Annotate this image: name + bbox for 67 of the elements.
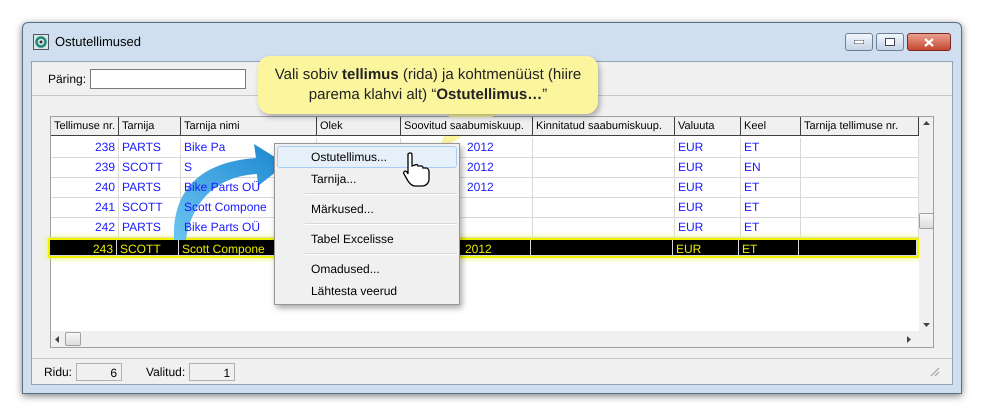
column-header[interactable]: Tarnija nimi: [181, 117, 317, 136]
scroll-down-icon: [922, 323, 930, 327]
rows-count-label: Ridu:: [44, 364, 72, 380]
close-button[interactable]: [907, 33, 951, 51]
column-header[interactable]: Kinnitatud saabumiskuup.: [533, 117, 675, 136]
column-header[interactable]: Olek: [317, 117, 401, 136]
table-cell: SCOTT: [122, 200, 163, 214]
minimize-button[interactable]: [845, 33, 873, 51]
table-cell: SCOTT: [120, 242, 161, 255]
table-cell: EUR: [678, 200, 704, 214]
menu-item[interactable]: Ostutellimus...: [277, 146, 457, 168]
hand-cursor-icon: [402, 152, 432, 188]
maximize-icon: [885, 38, 895, 46]
table-cell: ET: [744, 180, 760, 194]
scroll-thumb[interactable]: [65, 332, 81, 346]
callout-text: Vali sobiv tellimus (rida) ja kohtmenüüst (hiire parema klahvi alt) “Ostutellimus…”: [274, 65, 582, 105]
vertical-scrollbar[interactable]: [919, 117, 933, 331]
table-cell: Bike Pa: [184, 140, 226, 154]
resize-grip-icon: [930, 366, 940, 376]
table-cell: PARTS: [122, 220, 161, 234]
column-header[interactable]: Tarnija tellimuse nr.: [801, 117, 919, 136]
table-cell: 2012: [467, 140, 494, 154]
query-label: Päring:: [48, 70, 86, 88]
table-cell: EUR: [678, 160, 704, 174]
table-cell: EUR: [678, 180, 704, 194]
selected-count-value: 1: [189, 362, 236, 380]
table-cell: EUR: [676, 242, 702, 255]
app-icon: [33, 34, 49, 50]
table-cell: 241: [94, 200, 115, 214]
table-cell: 242: [94, 220, 115, 234]
menu-item[interactable]: Lähtesta veerud: [277, 280, 457, 302]
table-cell: PARTS: [122, 180, 161, 194]
column-header[interactable]: Valuuta: [675, 117, 741, 136]
table-cell: 240: [94, 180, 115, 194]
scroll-left-icon: [55, 336, 59, 342]
table-cell: EUR: [678, 220, 704, 234]
column-header[interactable]: Soovitud saabumiskuup.: [401, 117, 533, 136]
scroll-up-icon: [922, 121, 930, 125]
table-cell: S: [184, 160, 192, 174]
column-header[interactable]: Tellimuse nr.: [51, 117, 119, 136]
table-cell: ET: [744, 220, 760, 234]
table-cell: 238: [94, 140, 115, 154]
rows-count-value: 6: [76, 362, 122, 380]
query-field[interactable]: [90, 68, 246, 88]
selected-count-label: Valitud:: [146, 364, 186, 380]
table-cell: 2012: [465, 242, 492, 255]
table-cell: 2012: [467, 160, 494, 174]
table-cell: SCOTT: [122, 160, 163, 174]
scroll-thumb[interactable]: [918, 213, 934, 229]
menu-item[interactable]: Omadused...: [277, 258, 457, 280]
table-cell: ET: [744, 140, 760, 154]
table-cell: EUR: [678, 140, 704, 154]
scroll-right-icon: [907, 336, 911, 342]
table-cell: 2012: [467, 180, 494, 194]
table-cell: 239: [94, 160, 115, 174]
window-title: Ostutellimused: [55, 33, 141, 52]
menu-item[interactable]: Märkused...: [277, 198, 457, 220]
minimize-icon: [854, 40, 864, 44]
table-cell: 243: [92, 242, 113, 255]
table-cell: PARTS: [122, 140, 161, 154]
table-cell: ET: [744, 200, 760, 214]
table-cell: EN: [744, 160, 761, 174]
column-header[interactable]: Tarnija: [119, 117, 181, 136]
maximize-button[interactable]: [876, 33, 904, 51]
table-cell: ET: [742, 242, 758, 255]
column-header[interactable]: Keel: [741, 117, 801, 136]
close-icon: [924, 38, 934, 46]
